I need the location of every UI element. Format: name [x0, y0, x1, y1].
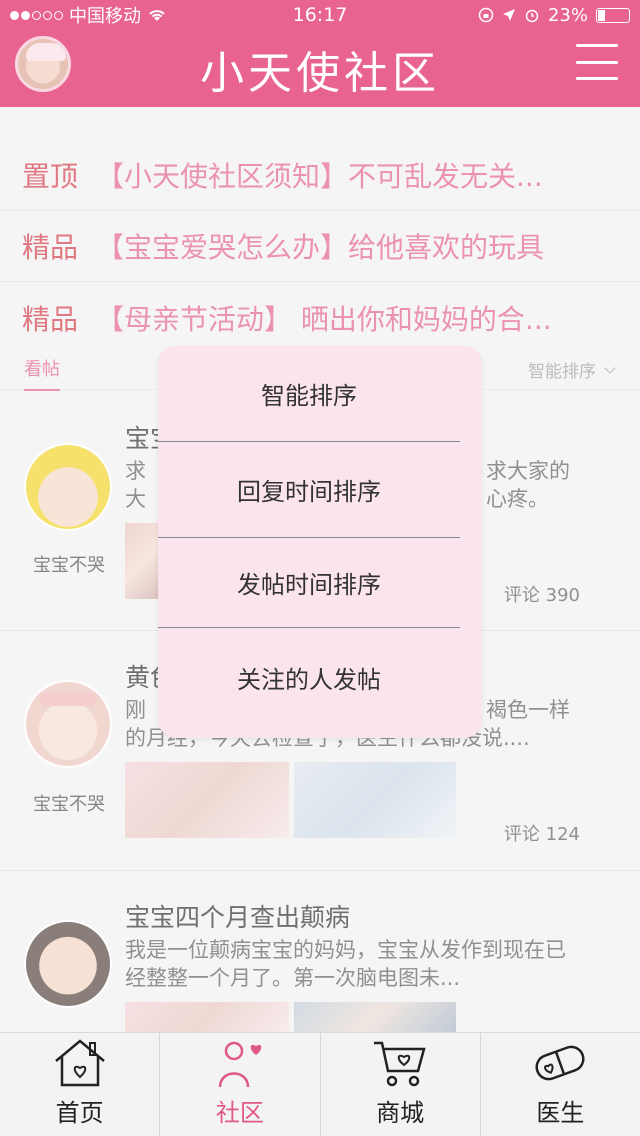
- user-avatar[interactable]: [15, 36, 71, 92]
- tab-label: 商城: [376, 1099, 425, 1127]
- community-icon: [218, 1041, 262, 1088]
- battery-percent: 23%: [547, 4, 588, 26]
- alarm-icon: [525, 9, 539, 23]
- status-bar: 中国移动 16:17 23%: [0, 0, 640, 30]
- location-icon: [502, 9, 515, 21]
- menu-icon[interactable]: [576, 44, 618, 80]
- sort-option-smart[interactable]: 智能排序: [158, 346, 460, 442]
- sort-dropdown: 智能排序 回复时间排序 发帖时间排序 关注的人发帖: [158, 346, 482, 738]
- tab-home[interactable]: 首页: [0, 1033, 161, 1136]
- app-header: 小天使社区: [0, 30, 640, 107]
- app-title: 小天使社区: [200, 47, 440, 99]
- home-icon: [54, 1039, 105, 1087]
- sort-option-following[interactable]: 关注的人发帖: [158, 629, 460, 725]
- tab-label: 首页: [55, 1099, 104, 1127]
- rotation-lock-icon: [478, 7, 494, 23]
- pill-icon: [535, 1045, 585, 1081]
- sort-option-reply-time[interactable]: 回复时间排序: [158, 442, 460, 538]
- tab-community[interactable]: 社区: [160, 1033, 321, 1136]
- battery-icon: [596, 7, 630, 23]
- carrier-name: 中国移动: [69, 6, 141, 27]
- sort-option-post-time[interactable]: 发帖时间排序: [158, 538, 460, 628]
- status-time: 16:17: [292, 4, 348, 26]
- cart-icon: [374, 1041, 426, 1087]
- tab-shop[interactable]: 商城: [321, 1033, 481, 1136]
- tab-label: 医生: [536, 1099, 585, 1127]
- tab-label: 社区: [215, 1099, 264, 1127]
- signal-strength-icon: [10, 10, 63, 20]
- bottom-tabbar: 首页 社区 商城 医生: [0, 1032, 640, 1136]
- tab-doctor[interactable]: 医生: [481, 1033, 640, 1136]
- wifi-icon: [149, 10, 165, 21]
